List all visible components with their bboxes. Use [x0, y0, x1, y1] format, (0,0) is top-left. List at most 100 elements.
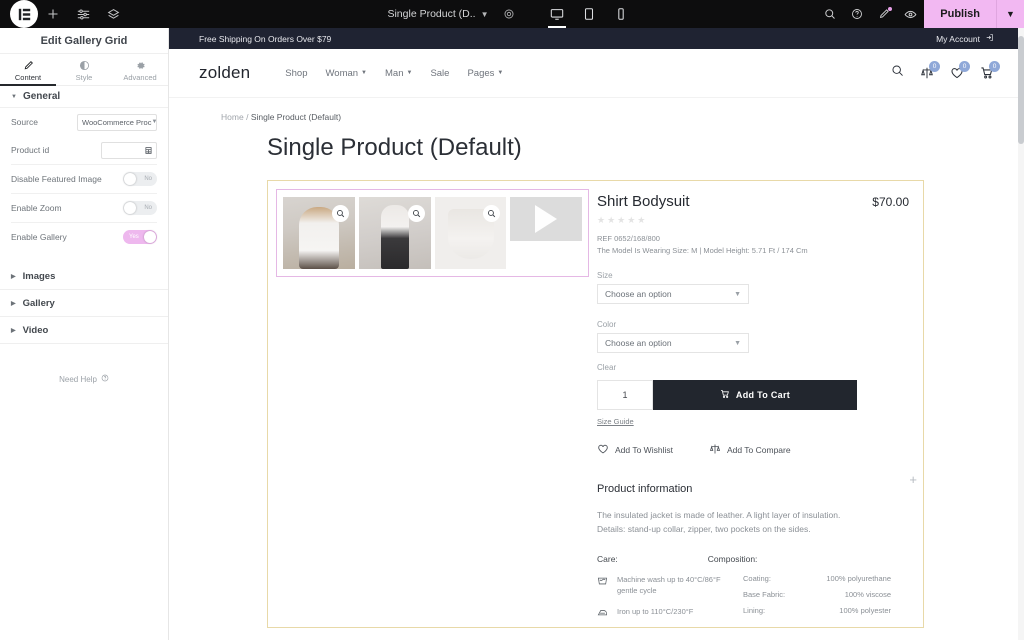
disable-featured-label: Disable Featured Image: [11, 174, 102, 184]
cart-count: 0: [989, 61, 1000, 72]
nav-item-pages[interactable]: Pages ▼: [467, 68, 503, 79]
site-preview: Free Shipping On Orders Over $79 My Acco…: [169, 28, 1024, 640]
device-mobile-button[interactable]: [605, 0, 637, 28]
size-guide-link[interactable]: Size Guide: [597, 417, 923, 426]
my-account-label: My Account: [936, 33, 980, 44]
compare-icon[interactable]: 0: [920, 61, 940, 80]
toggle-knob: [124, 173, 136, 185]
product-title-row: Shirt Bodysuit $70.00: [597, 193, 923, 210]
caret-down-icon: ▼: [11, 93, 17, 100]
control-product-id: Product id: [0, 136, 168, 164]
add-to-compare-button[interactable]: Add To Compare: [709, 443, 791, 457]
wishlist-count: 0: [959, 61, 970, 72]
breadcrumb-home[interactable]: Home: [221, 112, 244, 122]
announcement-text: Free Shipping On Orders Over $79: [199, 33, 332, 44]
info-line-1: The insulated jacket is made of leather.…: [597, 510, 841, 520]
magnifier-icon[interactable]: [407, 205, 425, 222]
nav-item-woman[interactable]: Woman ▼: [325, 68, 367, 79]
publish-button[interactable]: Publish: [924, 0, 996, 28]
product-actions: Add To Wishlist Add To Compare: [597, 443, 923, 457]
chevron-down-icon: ▼: [734, 290, 741, 298]
preview-scrollbar[interactable]: [1018, 28, 1024, 640]
source-select[interactable]: WooCommerce Proc ▼: [77, 113, 157, 131]
accordion-video[interactable]: ▶ Video: [0, 317, 168, 344]
eye-icon[interactable]: [897, 0, 924, 28]
pen-icon[interactable]: [870, 0, 897, 28]
product-container[interactable]: Shirt Bodysuit $70.00 ★★★★★ REF 0652/168…: [267, 180, 924, 628]
gallery-grid-widget[interactable]: [276, 189, 589, 277]
search-icon[interactable]: [816, 0, 843, 28]
add-widget-button[interactable]: +: [909, 472, 917, 487]
tab-content[interactable]: Content: [0, 54, 56, 86]
my-account-link[interactable]: My Account: [936, 33, 994, 44]
chevron-down-icon: ▼: [406, 70, 413, 76]
magnifier-icon[interactable]: [331, 205, 349, 222]
gallery-thumb-4-video[interactable]: [510, 197, 582, 241]
product-id-input[interactable]: [101, 141, 157, 159]
scrollbar-thumb[interactable]: [1018, 36, 1024, 144]
clear-variations-link[interactable]: Clear: [597, 363, 923, 372]
enable-zoom-toggle[interactable]: No: [123, 201, 157, 215]
enable-zoom-value: No: [144, 205, 152, 211]
document-title-label: Single Product (D..: [387, 8, 476, 20]
document-title-dropdown[interactable]: Single Product (D.. ▼: [387, 8, 488, 20]
device-tablet-button[interactable]: [573, 0, 605, 28]
need-help-label: Need Help: [59, 374, 97, 384]
care-row: Machine wash up to 40°C/86°F gentle cycl…: [597, 574, 743, 597]
product-id-label: Product id: [11, 145, 50, 155]
publish-options-chevron-icon[interactable]: ▼: [996, 0, 1024, 28]
color-select[interactable]: Choose an option ▼: [597, 333, 749, 353]
magnifier-icon[interactable]: [483, 205, 501, 222]
nav-item-shop[interactable]: Shop: [285, 68, 307, 79]
color-value: Choose an option: [605, 338, 672, 348]
play-icon[interactable]: [535, 205, 558, 233]
tab-advanced[interactable]: Advanced: [112, 54, 168, 85]
add-to-cart-button[interactable]: Add To Cart: [653, 380, 857, 410]
question-circle-icon[interactable]: [843, 0, 870, 28]
wishlist-heart-icon[interactable]: 0: [950, 61, 970, 80]
composition-label: Lining:: [743, 606, 766, 616]
panel-tabs: Content Style Advanced: [0, 54, 168, 86]
quantity-input[interactable]: 1: [597, 380, 653, 410]
section-general[interactable]: ▼ General: [0, 86, 168, 108]
pencil-icon: [23, 60, 34, 71]
nav-label: Sale: [430, 67, 450, 79]
device-desktop-button[interactable]: [541, 0, 573, 28]
site-logo[interactable]: zolden: [199, 63, 250, 83]
product-name: Shirt Bodysuit: [597, 193, 690, 210]
compare-label: Add To Compare: [726, 445, 791, 455]
care-text: Iron up to 110°C/230°F: [617, 606, 694, 616]
iron-icon: [597, 606, 608, 618]
size-select[interactable]: Choose an option ▼: [597, 284, 749, 304]
need-help-link[interactable]: Need Help: [0, 374, 168, 384]
care-text: Machine wash up to 40°C/86°F gentle cycl…: [617, 575, 721, 596]
gallery-thumb-3[interactable]: [434, 197, 507, 269]
enable-gallery-label: Enable Gallery: [11, 232, 67, 242]
document-settings-gear-icon[interactable]: [503, 8, 515, 20]
accordion-gallery[interactable]: ▶ Gallery: [0, 290, 168, 317]
product-information-title: Product information: [597, 483, 693, 495]
disable-featured-toggle[interactable]: No: [123, 172, 157, 186]
accordion-images[interactable]: ▶ Images: [0, 263, 168, 290]
tab-style[interactable]: Style: [56, 54, 112, 85]
gallery-thumb-1[interactable]: [283, 197, 355, 269]
product-information-body: The insulated jacket is made of leather.…: [597, 509, 923, 536]
nav-item-man[interactable]: Man ▼: [385, 68, 412, 79]
enable-gallery-value: Yes: [129, 234, 139, 240]
enable-gallery-toggle[interactable]: Yes: [123, 230, 157, 244]
composition-label: Base Fabric:: [743, 590, 786, 600]
editor-panel: Edit Gallery Grid Content Style Advanced…: [0, 28, 169, 640]
database-icon[interactable]: [144, 146, 153, 155]
accordion-gallery-label: Gallery: [22, 297, 55, 309]
search-icon[interactable]: [891, 64, 904, 82]
panel-title: Edit Gallery Grid: [0, 28, 168, 54]
care-row: Iron up to 110°C/230°F: [597, 606, 743, 618]
source-value: WooCommerce Proc: [82, 117, 152, 127]
color-label: Color: [597, 320, 617, 329]
cart-icon[interactable]: 0: [980, 61, 1000, 80]
nav-label: Pages: [467, 67, 495, 79]
nav-item-sale[interactable]: Sale: [430, 68, 449, 79]
gallery-thumb-2[interactable]: [358, 197, 431, 269]
care-composition-headings: Care: Composition:: [597, 554, 923, 564]
add-to-wishlist-button[interactable]: Add To Wishlist: [597, 443, 673, 457]
